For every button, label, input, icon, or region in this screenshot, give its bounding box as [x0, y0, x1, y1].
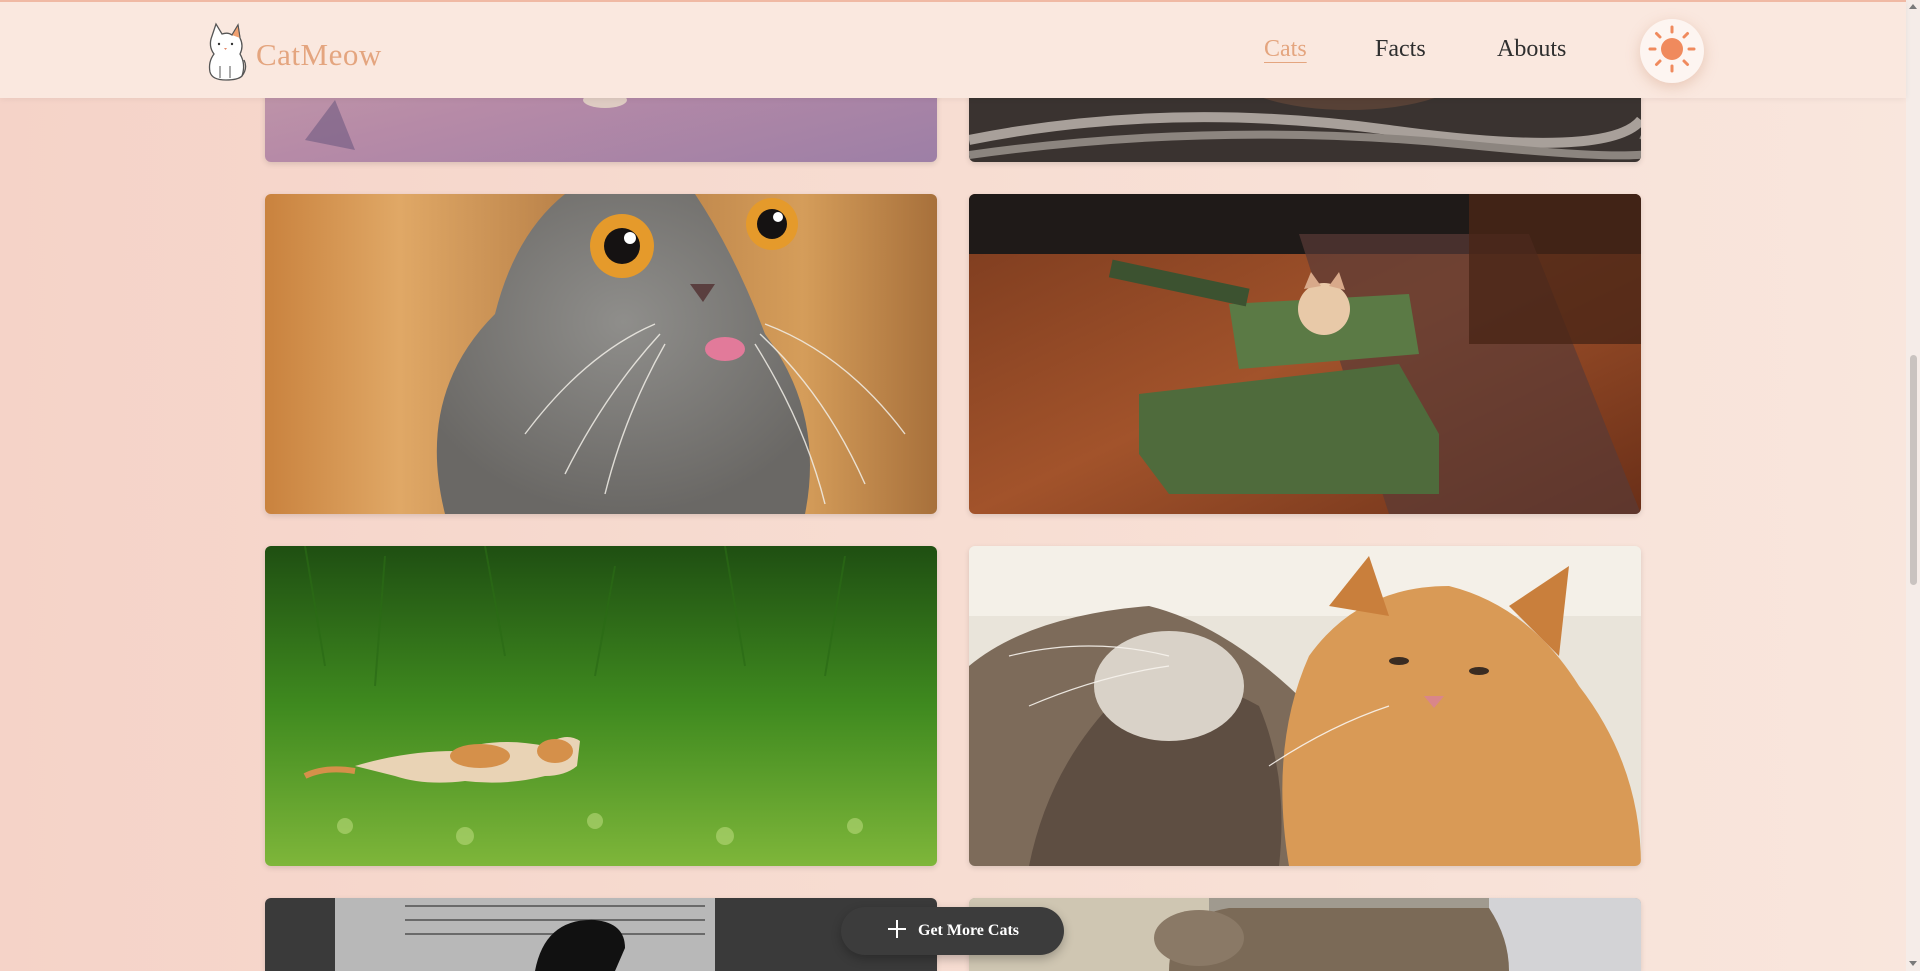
cat-photo-5[interactable] — [265, 546, 937, 866]
cat-photo-4[interactable] — [969, 194, 1641, 514]
nav-link-facts[interactable]: Facts — [1375, 36, 1426, 63]
top-navbar: CatMeow Cats Facts Abouts — [0, 0, 1906, 98]
brand-name: CatMeow — [256, 36, 382, 72]
scrollbar-thumb[interactable] — [1910, 355, 1917, 585]
theme-toggle-button[interactable] — [1640, 19, 1704, 83]
brand-logo[interactable]: CatMeow — [202, 22, 382, 87]
sun-icon — [1647, 24, 1697, 79]
nav-link-abouts[interactable]: Abouts — [1497, 36, 1566, 63]
cat-photo-6[interactable] — [969, 546, 1641, 866]
get-more-cats-label: Get More Cats — [918, 922, 1019, 939]
cat-photo-7[interactable] — [265, 898, 937, 971]
cat-photo-8[interactable] — [969, 898, 1641, 971]
nav-link-cats[interactable]: Cats — [1264, 36, 1307, 63]
scroll-down-arrow-icon[interactable] — [1909, 961, 1917, 966]
get-more-cats-button[interactable]: Get More Cats — [841, 907, 1064, 955]
cat-logo-icon — [202, 22, 248, 87]
cat-photo-3[interactable] — [265, 194, 937, 514]
scroll-up-arrow-icon[interactable] — [1909, 4, 1917, 9]
page-scrollbar[interactable] — [1906, 0, 1920, 971]
plus-icon — [886, 918, 908, 945]
